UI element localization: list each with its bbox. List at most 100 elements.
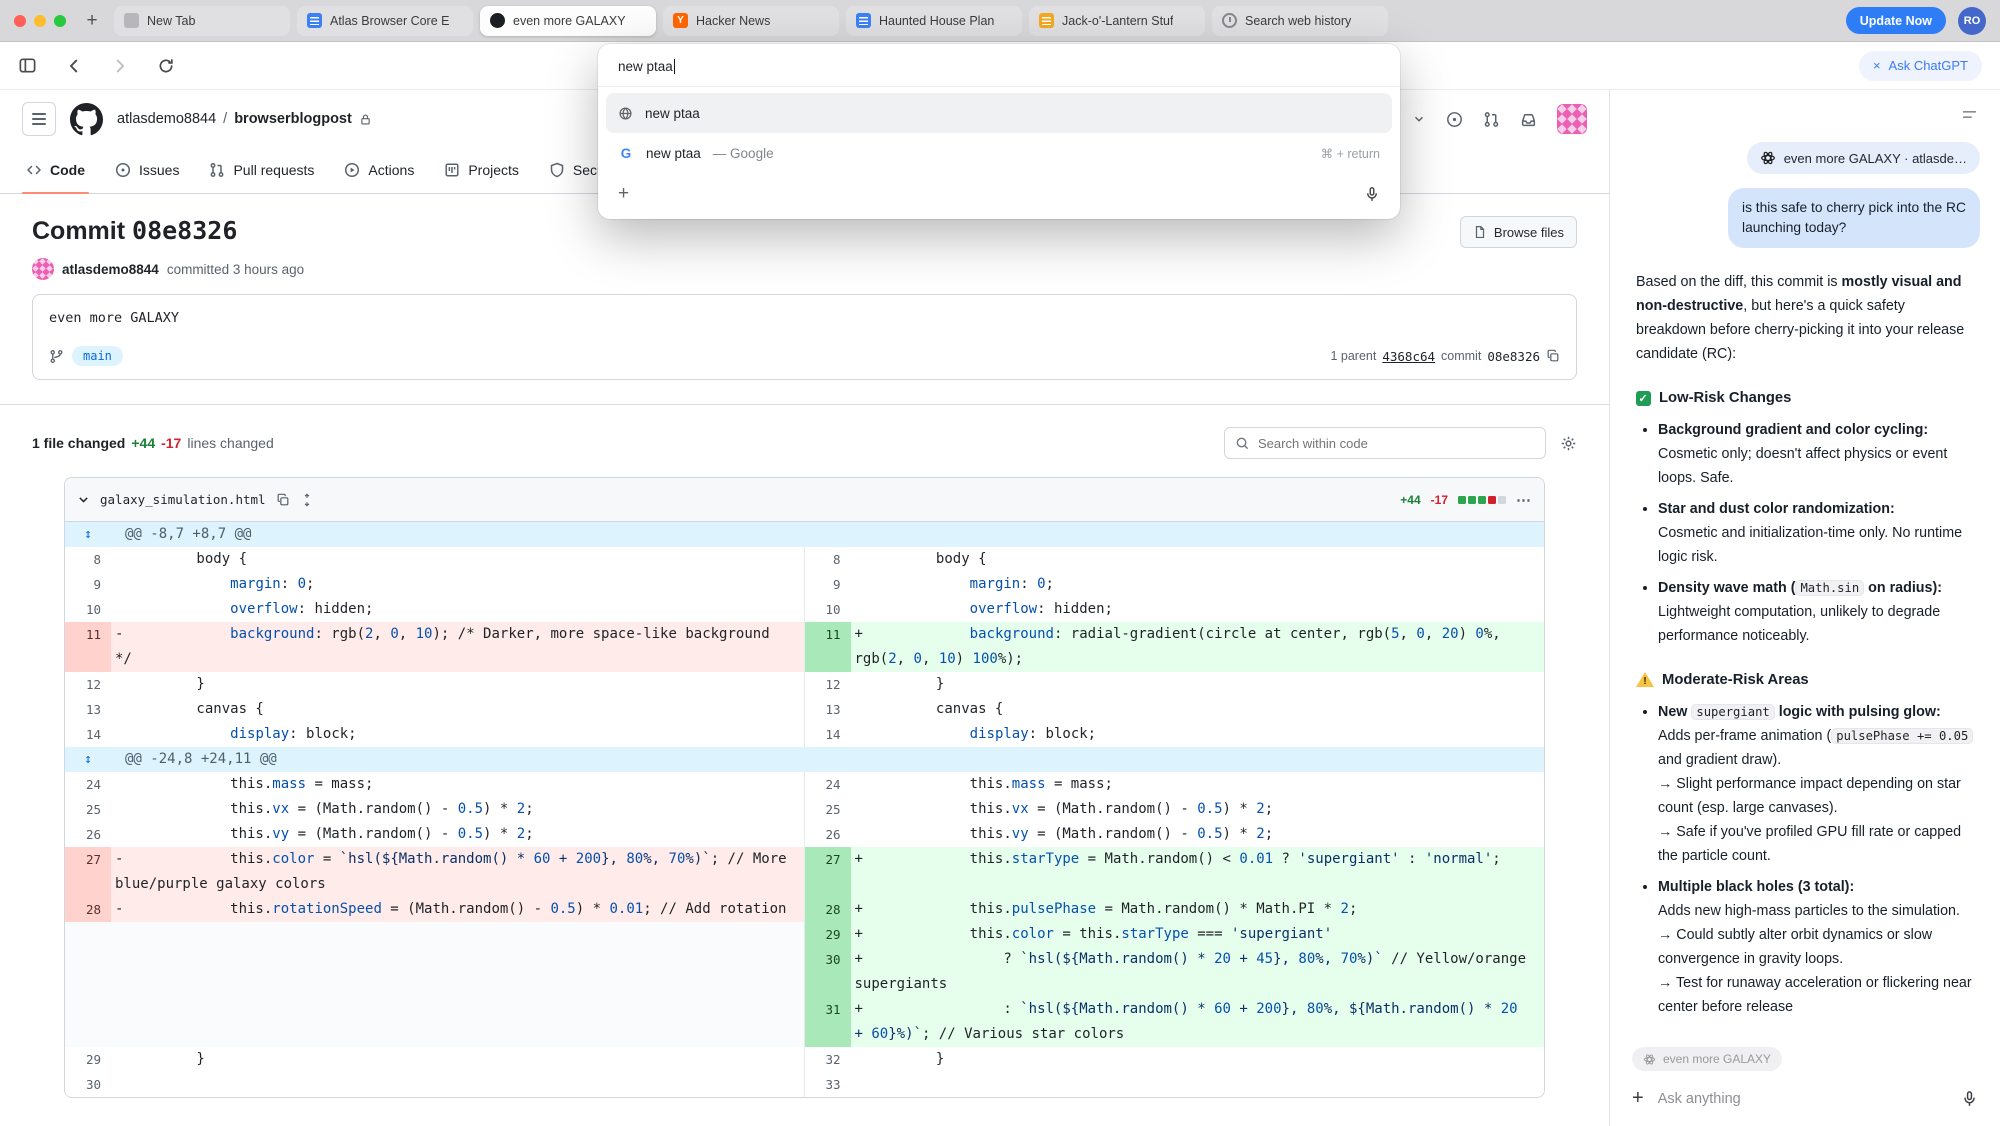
tab-projects[interactable]: Projects [432, 146, 531, 193]
chat-input-row[interactable]: + Ask anything [1632, 1087, 1978, 1110]
diff-line-number [65, 947, 111, 997]
github-logo[interactable] [70, 103, 103, 136]
commit-meta: 1 parent 4368c64 commit 08e8326 [1330, 349, 1560, 364]
diff-code-cell [851, 1072, 1545, 1097]
reload-icon[interactable] [157, 57, 175, 75]
globe-icon [618, 106, 633, 121]
copy-sha-icon[interactable] [1546, 349, 1560, 363]
browser-tab-search-web-history[interactable]: Search web history [1212, 6, 1388, 36]
back-icon[interactable] [65, 57, 83, 75]
bullet-list: New supergiant logic with pulsing glow:A… [1658, 700, 1974, 1019]
profile-avatar[interactable]: RO [1958, 7, 1986, 35]
minimize-window-button[interactable] [34, 15, 46, 27]
branch-badge[interactable]: main [72, 346, 123, 366]
diff-code-cell: } [111, 672, 805, 697]
suggestion-row[interactable]: G new ptaa — Google ⌘ + return [606, 133, 1392, 173]
browser-tab-new-tab[interactable]: New Tab [114, 6, 290, 36]
issues-icon[interactable] [1446, 111, 1463, 128]
parent-sha-link[interactable]: 4368c64 [1382, 349, 1435, 364]
tab-title: Search web history [1245, 14, 1351, 28]
diff-code-cell: body { [851, 547, 1545, 572]
tab-title: Jack-o'-Lantern Stuf [1062, 14, 1173, 28]
tab-actions[interactable]: Actions [332, 146, 426, 193]
browser-tab-jack-o-lantern-stuf[interactable]: Jack-o'-Lantern Stuf [1029, 6, 1205, 36]
copy-path-icon[interactable] [276, 493, 290, 507]
browse-files-button[interactable]: Browse files [1460, 216, 1577, 248]
author-name[interactable]: atlasdemo8844 [62, 262, 159, 277]
check-icon [1636, 391, 1651, 406]
tab-code[interactable]: Code [14, 146, 97, 193]
diff-line-number: 30 [805, 947, 851, 997]
chevron-down-icon[interactable] [1412, 112, 1426, 126]
diff-code-cell: + this.color = this.starType === 'superg… [851, 922, 1545, 947]
diff-line-number: 30 [65, 1072, 111, 1097]
diff-code-cell: } [851, 672, 1545, 697]
diff-row: 14 display: block;14 display: block; [65, 722, 1544, 747]
microphone-icon[interactable] [1364, 186, 1380, 202]
close-window-button[interactable] [14, 15, 26, 27]
assistant-intro: Based on the diff, this commit is mostly… [1636, 270, 1974, 366]
inbox-icon[interactable] [1520, 111, 1537, 128]
tab-bar: + New TabAtlas Browser Core E even more G… [0, 0, 2000, 42]
commit-message: even more GALAXY [33, 295, 1576, 336]
diff-row: 9 margin: 0;9 margin: 0; [65, 572, 1544, 597]
new-tab-button[interactable]: + [80, 10, 104, 32]
bullet-list: Background gradient and color cycling:Co… [1658, 418, 1974, 648]
doc-blue-favicon [307, 13, 322, 28]
diff-line-number: 12 [65, 672, 111, 697]
add-icon[interactable]: + [618, 183, 629, 205]
close-icon[interactable]: × [1873, 58, 1881, 73]
tab-title: even more GALAXY [513, 14, 626, 28]
browser-tab-even-more-galaxy[interactable]: even more GALAXY [480, 6, 656, 36]
author-avatar[interactable] [32, 258, 54, 280]
github-avatar[interactable] [1557, 104, 1587, 134]
diff-line-number: 33 [805, 1072, 851, 1097]
chat-input-placeholder[interactable]: Ask anything [1658, 1091, 1947, 1107]
sidebar-toggle-icon[interactable] [18, 56, 37, 75]
diff-row: 27- this.color = `hsl(${Math.random() * … [65, 847, 1544, 897]
diff-row: 25 this.vx = (Math.random() - 0.5) * 2;2… [65, 797, 1544, 822]
zoom-window-button[interactable] [54, 15, 66, 27]
forward-icon[interactable] [111, 57, 129, 75]
tab-issues[interactable]: Issues [103, 146, 191, 193]
suggestion-row[interactable]: new ptaa [606, 93, 1392, 133]
gear-icon[interactable] [1560, 435, 1577, 452]
bullet-item: Star and dust color randomization:Cosmet… [1658, 497, 1974, 569]
expand-hunk-button[interactable]: ↕ [65, 522, 111, 547]
collapse-file-icon[interactable] [77, 493, 90, 506]
expand-hunk-button[interactable]: ↕ [65, 747, 111, 772]
tab-strip: New TabAtlas Browser Core E even more GAL… [114, 6, 1388, 36]
diff-line-number: 14 [65, 722, 111, 747]
hamburger-menu-button[interactable] [22, 102, 56, 136]
diff-row: 8 body {8 body { [65, 547, 1544, 572]
sidebar-options-icon[interactable] [1961, 106, 1978, 123]
diff-line-number [65, 997, 111, 1047]
ask-chatgpt-button[interactable]: × Ask ChatGPT [1859, 51, 1982, 81]
diff-line-number: 28 [805, 897, 851, 922]
diff-row: 11- background: rgb(2, 0, 10); /* Darker… [65, 622, 1544, 672]
microphone-icon[interactable] [1961, 1090, 1978, 1107]
attach-icon[interactable]: + [1632, 1087, 1644, 1110]
composer-context-chip[interactable]: even more GALAXY [1632, 1047, 1782, 1071]
page-favicon [124, 13, 139, 28]
kebab-menu-icon[interactable]: ⋯ [1516, 491, 1532, 509]
code-search-input[interactable] [1258, 436, 1535, 451]
breadcrumb-owner[interactable]: atlasdemo8844 [117, 111, 216, 127]
hunk-header: @@ -8,7 +8,7 @@ [111, 522, 1544, 547]
update-now-button[interactable]: Update Now [1846, 7, 1946, 34]
page-context-chip[interactable]: even more GALAXY · atlasde… [1747, 142, 1980, 174]
omnibox-input[interactable]: new ptaa [598, 44, 1400, 87]
browser-tab-atlas-browser-core-e[interactable]: Atlas Browser Core E [297, 6, 473, 36]
diff-code-cell [111, 1072, 805, 1097]
expand-all-icon[interactable] [300, 493, 314, 507]
diff-line-number: 10 [65, 597, 111, 622]
browser-tab-hacker-news[interactable]: Hacker News [663, 6, 839, 36]
pull-request-icon[interactable] [1483, 111, 1500, 128]
file-name[interactable]: galaxy_simulation.html [100, 492, 266, 507]
breadcrumb-repo[interactable]: browserblogpost [234, 111, 352, 127]
diff-row: 29+ this.color = this.starType === 'supe… [65, 922, 1544, 947]
browser-tab-haunted-house-plan[interactable]: Haunted House Plan [846, 6, 1022, 36]
code-search-box[interactable] [1224, 427, 1546, 459]
tab-pull-requests[interactable]: Pull requests [197, 146, 326, 193]
diff-line-number: 31 [805, 997, 851, 1047]
